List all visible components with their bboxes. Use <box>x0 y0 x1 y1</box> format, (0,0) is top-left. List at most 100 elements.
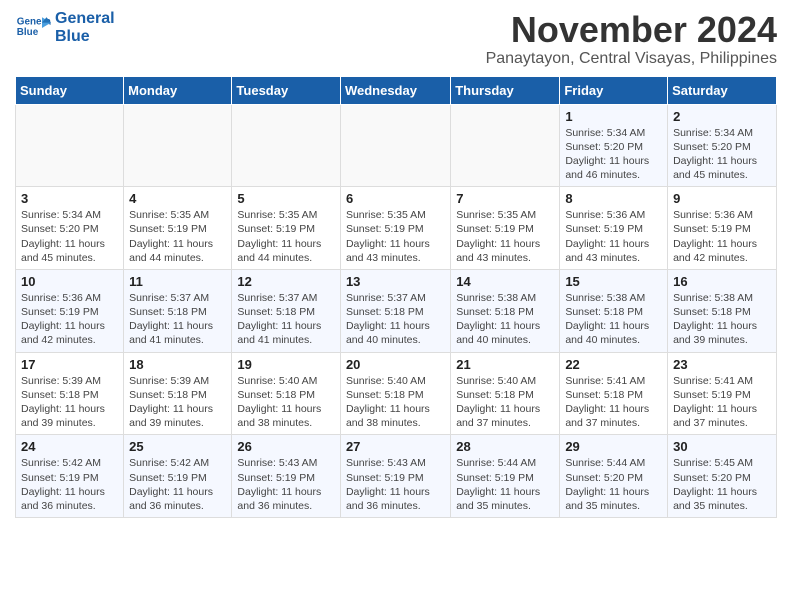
day-number: 13 <box>346 274 445 289</box>
header: General Blue General Blue November 2024 … <box>15 10 777 68</box>
day-cell: 8 Sunrise: 5:36 AM Sunset: 5:19 PM Daylig… <box>560 187 668 270</box>
day-cell: 3Sunrise: 5:34 AM Sunset: 5:20 PM Daylig… <box>16 187 124 270</box>
day-number: 5 <box>237 191 335 206</box>
day-number: 8 <box>565 191 662 206</box>
day-cell: 30 Sunrise: 5:45 AM Sunset: 5:20 PM Dayli… <box>668 435 777 518</box>
day-number: 6 <box>346 191 445 206</box>
day-info: Sunrise: 5:42 AM Sunset: 5:19 PM Dayligh… <box>129 456 226 513</box>
day-number: 21 <box>456 357 554 372</box>
day-number: 15 <box>565 274 662 289</box>
day-number: 14 <box>456 274 554 289</box>
day-number: 20 <box>346 357 445 372</box>
day-number: 4 <box>129 191 226 206</box>
day-info: Sunrise: 5:38 AM Sunset: 5:18 PM Dayligh… <box>673 291 771 348</box>
day-info: Sunrise: 5:45 AM Sunset: 5:20 PM Dayligh… <box>673 456 771 513</box>
day-cell <box>340 104 450 187</box>
day-cell: 21 Sunrise: 5:40 AM Sunset: 5:18 PM Dayli… <box>451 352 560 435</box>
day-cell <box>232 104 341 187</box>
day-info: Sunrise: 5:35 AM Sunset: 5:19 PM Dayligh… <box>346 208 445 265</box>
day-cell: 9Sunrise: 5:36 AM Sunset: 5:19 PM Daylig… <box>668 187 777 270</box>
day-cell: 15 Sunrise: 5:38 AM Sunset: 5:18 PM Dayli… <box>560 269 668 352</box>
day-number: 16 <box>673 274 771 289</box>
day-cell: 6 Sunrise: 5:35 AM Sunset: 5:19 PM Daylig… <box>340 187 450 270</box>
day-cell: 16 Sunrise: 5:38 AM Sunset: 5:18 PM Dayli… <box>668 269 777 352</box>
day-info: Sunrise: 5:41 AM Sunset: 5:19 PM Dayligh… <box>673 374 771 431</box>
day-info: Sunrise: 5:36 AM Sunset: 5:19 PM Dayligh… <box>21 291 118 348</box>
day-cell: 29 Sunrise: 5:44 AM Sunset: 5:20 PM Dayli… <box>560 435 668 518</box>
day-info: Sunrise: 5:38 AM Sunset: 5:18 PM Dayligh… <box>565 291 662 348</box>
logo-text-blue: Blue <box>55 28 115 46</box>
day-cell <box>124 104 232 187</box>
day-number: 3 <box>21 191 118 206</box>
header-cell-tuesday: Tuesday <box>232 76 341 104</box>
header-cell-saturday: Saturday <box>668 76 777 104</box>
day-number: 22 <box>565 357 662 372</box>
day-cell: 23 Sunrise: 5:41 AM Sunset: 5:19 PM Dayli… <box>668 352 777 435</box>
day-cell: 19Sunrise: 5:40 AM Sunset: 5:18 PM Dayli… <box>232 352 341 435</box>
logo-text-general: General <box>55 10 115 28</box>
day-cell: 25Sunrise: 5:42 AM Sunset: 5:19 PM Dayli… <box>124 435 232 518</box>
day-cell <box>451 104 560 187</box>
day-info: Sunrise: 5:40 AM Sunset: 5:18 PM Dayligh… <box>456 374 554 431</box>
svg-text:Blue: Blue <box>17 27 39 38</box>
day-cell: 20 Sunrise: 5:40 AM Sunset: 5:18 PM Dayli… <box>340 352 450 435</box>
day-number: 26 <box>237 439 335 454</box>
header-cell-thursday: Thursday <box>451 76 560 104</box>
day-info: Sunrise: 5:38 AM Sunset: 5:18 PM Dayligh… <box>456 291 554 348</box>
day-number: 29 <box>565 439 662 454</box>
week-row-5: 24Sunrise: 5:42 AM Sunset: 5:19 PM Dayli… <box>16 435 777 518</box>
day-number: 30 <box>673 439 771 454</box>
day-cell: 28Sunrise: 5:44 AM Sunset: 5:19 PM Dayli… <box>451 435 560 518</box>
week-row-1: 1Sunrise: 5:34 AM Sunset: 5:20 PM Daylig… <box>16 104 777 187</box>
day-number: 27 <box>346 439 445 454</box>
week-row-3: 10 Sunrise: 5:36 AM Sunset: 5:19 PM Dayli… <box>16 269 777 352</box>
day-cell: 22Sunrise: 5:41 AM Sunset: 5:18 PM Dayli… <box>560 352 668 435</box>
day-number: 17 <box>21 357 118 372</box>
day-number: 11 <box>129 274 226 289</box>
day-info: Sunrise: 5:35 AM Sunset: 5:19 PM Dayligh… <box>456 208 554 265</box>
day-info: Sunrise: 5:43 AM Sunset: 5:19 PM Dayligh… <box>237 456 335 513</box>
day-cell: 17 Sunrise: 5:39 AM Sunset: 5:18 PM Dayli… <box>16 352 124 435</box>
day-info: Sunrise: 5:39 AM Sunset: 5:18 PM Dayligh… <box>21 374 118 431</box>
header-cell-wednesday: Wednesday <box>340 76 450 104</box>
day-cell: 5 Sunrise: 5:35 AM Sunset: 5:19 PM Daylig… <box>232 187 341 270</box>
location-title: Panaytayon, Central Visayas, Philippines <box>486 50 777 68</box>
day-cell: 13 Sunrise: 5:37 AM Sunset: 5:18 PM Dayli… <box>340 269 450 352</box>
day-cell: 26 Sunrise: 5:43 AM Sunset: 5:19 PM Dayli… <box>232 435 341 518</box>
header-cell-sunday: Sunday <box>16 76 124 104</box>
day-cell: 14 Sunrise: 5:38 AM Sunset: 5:18 PM Dayli… <box>451 269 560 352</box>
week-row-2: 3Sunrise: 5:34 AM Sunset: 5:20 PM Daylig… <box>16 187 777 270</box>
day-cell <box>16 104 124 187</box>
day-info: Sunrise: 5:40 AM Sunset: 5:18 PM Dayligh… <box>346 374 445 431</box>
day-cell: 10 Sunrise: 5:36 AM Sunset: 5:19 PM Dayli… <box>16 269 124 352</box>
header-row: SundayMondayTuesdayWednesdayThursdayFrid… <box>16 76 777 104</box>
day-number: 7 <box>456 191 554 206</box>
day-info: Sunrise: 5:37 AM Sunset: 5:18 PM Dayligh… <box>237 291 335 348</box>
day-info: Sunrise: 5:35 AM Sunset: 5:19 PM Dayligh… <box>129 208 226 265</box>
day-number: 2 <box>673 109 771 124</box>
week-row-4: 17 Sunrise: 5:39 AM Sunset: 5:18 PM Dayli… <box>16 352 777 435</box>
day-cell: 1Sunrise: 5:34 AM Sunset: 5:20 PM Daylig… <box>560 104 668 187</box>
day-cell: 11Sunrise: 5:37 AM Sunset: 5:18 PM Dayli… <box>124 269 232 352</box>
day-info: Sunrise: 5:37 AM Sunset: 5:18 PM Dayligh… <box>346 291 445 348</box>
day-cell: 12Sunrise: 5:37 AM Sunset: 5:18 PM Dayli… <box>232 269 341 352</box>
day-number: 23 <box>673 357 771 372</box>
header-cell-monday: Monday <box>124 76 232 104</box>
title-area: November 2024 Panaytayon, Central Visaya… <box>486 10 777 68</box>
day-info: Sunrise: 5:36 AM Sunset: 5:19 PM Dayligh… <box>565 208 662 265</box>
day-number: 10 <box>21 274 118 289</box>
day-info: Sunrise: 5:43 AM Sunset: 5:19 PM Dayligh… <box>346 456 445 513</box>
logo-icon: General Blue <box>15 10 51 46</box>
day-cell: 2 Sunrise: 5:34 AM Sunset: 5:20 PM Daylig… <box>668 104 777 187</box>
day-info: Sunrise: 5:35 AM Sunset: 5:19 PM Dayligh… <box>237 208 335 265</box>
day-cell: 4 Sunrise: 5:35 AM Sunset: 5:19 PM Daylig… <box>124 187 232 270</box>
day-info: Sunrise: 5:39 AM Sunset: 5:18 PM Dayligh… <box>129 374 226 431</box>
day-info: Sunrise: 5:44 AM Sunset: 5:20 PM Dayligh… <box>565 456 662 513</box>
day-cell: 18Sunrise: 5:39 AM Sunset: 5:18 PM Dayli… <box>124 352 232 435</box>
day-cell: 27 Sunrise: 5:43 AM Sunset: 5:19 PM Dayli… <box>340 435 450 518</box>
day-info: Sunrise: 5:40 AM Sunset: 5:18 PM Dayligh… <box>237 374 335 431</box>
day-info: Sunrise: 5:36 AM Sunset: 5:19 PM Dayligh… <box>673 208 771 265</box>
day-info: Sunrise: 5:42 AM Sunset: 5:19 PM Dayligh… <box>21 456 118 513</box>
day-number: 28 <box>456 439 554 454</box>
day-info: Sunrise: 5:34 AM Sunset: 5:20 PM Dayligh… <box>673 126 771 183</box>
